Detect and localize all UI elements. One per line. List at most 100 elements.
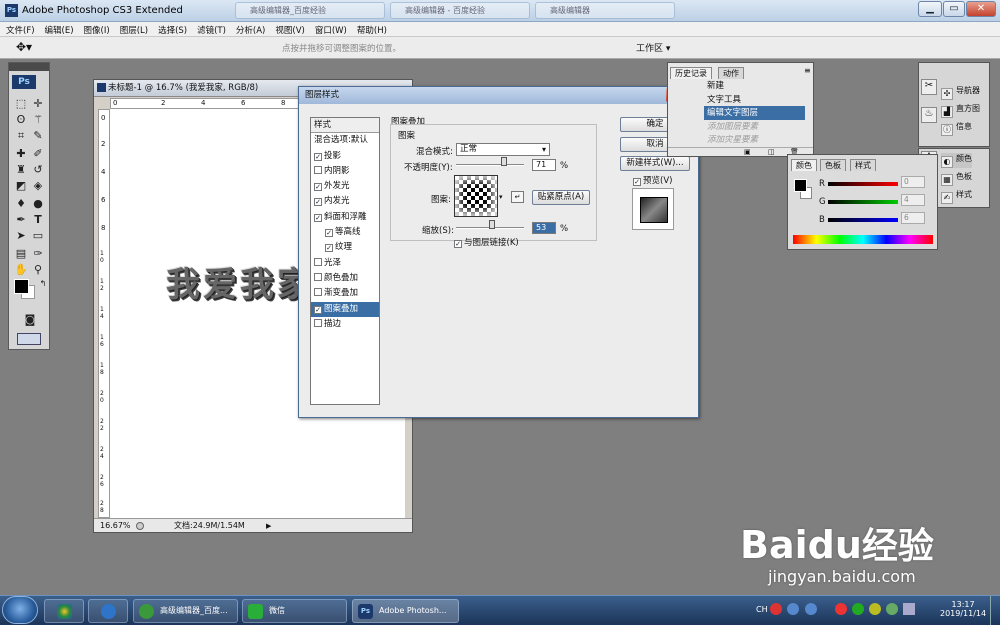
toolbox-grip[interactable]	[9, 63, 49, 71]
preview-checkbox[interactable]: ✓ 预览(V)	[633, 174, 672, 186]
opacity-slider-thumb[interactable]	[501, 157, 508, 166]
snap-to-origin-button[interactable]: 贴紧原点(A)	[532, 190, 590, 205]
pattern-swatch[interactable]	[454, 175, 498, 217]
history-item[interactable]: 添加图层要素	[704, 120, 805, 134]
red-value[interactable]: 0	[901, 176, 925, 188]
menu-layer[interactable]: 图层(L)	[114, 22, 152, 36]
tab-actions[interactable]: 动作	[718, 67, 744, 79]
workspace-menu[interactable]: 工作区 ▾	[636, 41, 670, 54]
menu-filter[interactable]: 滤镜(T)	[191, 22, 230, 36]
start-button[interactable]	[2, 596, 38, 624]
healing-brush-tool-icon[interactable]: ✚	[14, 147, 28, 161]
brushes-icon[interactable]: ♨	[921, 107, 937, 123]
background-tab[interactable]: 高级编辑器_百度经验	[235, 2, 385, 19]
blend-mode-select[interactable]: 正常	[456, 143, 550, 156]
clock[interactable]: 13:17 2019/11/14	[940, 600, 986, 618]
red-slider[interactable]	[828, 182, 898, 186]
background-tab[interactable]: 高级编辑器 - 百度经验	[390, 2, 530, 19]
panel-styles[interactable]: ✍ 样式	[941, 189, 972, 204]
tab-swatches[interactable]: 色板	[820, 159, 846, 171]
panel-navigator[interactable]: ✣ 导航器	[941, 85, 980, 100]
style-item[interactable]: 渐变叠加	[311, 286, 379, 301]
path-selection-tool-icon[interactable]: ➤	[14, 229, 28, 243]
taskbar-item-photoshop[interactable]: Ps Adobe Photosh...	[352, 599, 459, 623]
checkbox-icon[interactable]: ✓	[454, 240, 462, 248]
checkbox-icon[interactable]: ✓	[325, 229, 333, 238]
new-document-icon[interactable]: ◫	[768, 148, 775, 156]
panel-menu-icon[interactable]: ≡	[804, 66, 811, 75]
tool-presets-icon[interactable]: ✂	[921, 79, 937, 95]
menu-select[interactable]: 选择(S)	[152, 22, 191, 36]
menu-window[interactable]: 窗口(W)	[309, 22, 351, 36]
blur-tool-icon[interactable]: ♦	[14, 197, 28, 211]
pattern-dropdown-icon[interactable]: ▾	[499, 193, 503, 201]
checkbox-icon[interactable]	[314, 257, 322, 266]
type-tool-icon[interactable]: T	[31, 213, 45, 227]
checkbox-icon[interactable]: ✓	[314, 198, 322, 207]
canvas-text-layer[interactable]: 我爱我家	[166, 257, 314, 306]
checkbox-icon[interactable]	[314, 318, 322, 327]
panel-info[interactable]: ⓘ 信息	[941, 121, 972, 136]
history-item[interactable]: 编辑文字图层	[704, 106, 805, 120]
style-item[interactable]: 颜色叠加	[311, 271, 379, 286]
checkbox-icon[interactable]: ✓	[314, 213, 322, 222]
taskbar-app-2[interactable]	[88, 599, 128, 623]
style-item[interactable]: ✓ 外发光	[311, 179, 379, 194]
scale-input[interactable]: 53	[532, 222, 556, 234]
opacity-input[interactable]: 71	[532, 159, 556, 171]
close-button[interactable]: ✕	[966, 1, 996, 17]
lasso-tool-icon[interactable]: ʘ	[14, 113, 28, 127]
snapshot-icon[interactable]: ▣	[744, 148, 751, 156]
zoom-level[interactable]: 16.67%	[100, 519, 131, 533]
panel-histogram[interactable]: ▟ 直方图	[941, 103, 980, 118]
green-value[interactable]: 4	[901, 194, 925, 206]
tray-icon[interactable]	[869, 603, 881, 615]
checkbox-icon[interactable]: ✓	[314, 183, 322, 192]
eraser-tool-icon[interactable]: ◩	[14, 179, 28, 193]
new-preset-icon[interactable]: ↵	[511, 191, 524, 203]
taskbar-app-1[interactable]	[44, 599, 84, 623]
color-spectrum[interactable]	[793, 235, 933, 244]
brush-tool-icon[interactable]: ✐	[31, 147, 45, 161]
style-list-header[interactable]: 样式	[311, 118, 379, 134]
history-brush-tool-icon[interactable]: ↺	[31, 163, 45, 177]
checkbox-icon[interactable]: ✓	[325, 244, 333, 253]
green-slider[interactable]	[828, 200, 898, 204]
checkbox-icon[interactable]	[314, 165, 322, 174]
style-item[interactable]: ✓ 纹理	[311, 240, 379, 255]
checkbox-icon[interactable]: ✓	[314, 152, 322, 161]
rectangle-tool-icon[interactable]: ▭	[31, 229, 45, 243]
scale-slider-thumb[interactable]	[489, 220, 496, 229]
opacity-slider[interactable]	[456, 164, 524, 166]
style-item[interactable]: ✓ 图案叠加	[311, 301, 379, 317]
menu-help[interactable]: 帮助(H)	[351, 22, 391, 36]
foreground-color-swatch[interactable]	[14, 279, 29, 294]
foreground-color-swatch[interactable]	[794, 179, 807, 192]
status-arrow-icon[interactable]: ▶	[266, 519, 271, 533]
pen-tool-icon[interactable]: ✒	[14, 213, 28, 227]
checkbox-icon[interactable]: ✓	[633, 178, 641, 186]
eyedropper-tool-icon[interactable]: ✑	[31, 247, 45, 261]
style-item[interactable]: 光泽	[311, 256, 379, 271]
dodge-tool-icon[interactable]: ●	[31, 197, 45, 211]
minimize-button[interactable]: ▁	[918, 1, 942, 17]
slice-tool-icon[interactable]: ✎	[31, 129, 45, 143]
style-item[interactable]: ✓ 等高线	[311, 225, 379, 240]
move-tool-icon[interactable]: ✛	[31, 97, 45, 111]
tab-styles[interactable]: 样式	[850, 159, 876, 171]
tab-color[interactable]: 颜色	[791, 159, 817, 171]
history-item[interactable]: 添加灾星要素	[704, 133, 805, 147]
blue-slider[interactable]	[828, 218, 898, 222]
move-tool-icon[interactable]: ✥▾	[16, 40, 32, 54]
volume-icon[interactable]	[903, 603, 915, 615]
language-indicator[interactable]: CH	[756, 605, 768, 614]
menu-image[interactable]: 图像(I)	[78, 22, 114, 36]
tray-icon[interactable]	[835, 603, 847, 615]
menu-analysis[interactable]: 分析(A)	[230, 22, 269, 36]
menu-edit[interactable]: 编辑(E)	[39, 22, 78, 36]
menu-view[interactable]: 视图(V)	[269, 22, 308, 36]
status-menu-icon[interactable]	[136, 522, 144, 530]
magic-wand-tool-icon[interactable]: ⚚	[31, 113, 45, 127]
style-item[interactable]: ✓ 内发光	[311, 194, 379, 209]
taskbar-item-browser[interactable]: 高级编辑器_百度...	[133, 599, 238, 623]
